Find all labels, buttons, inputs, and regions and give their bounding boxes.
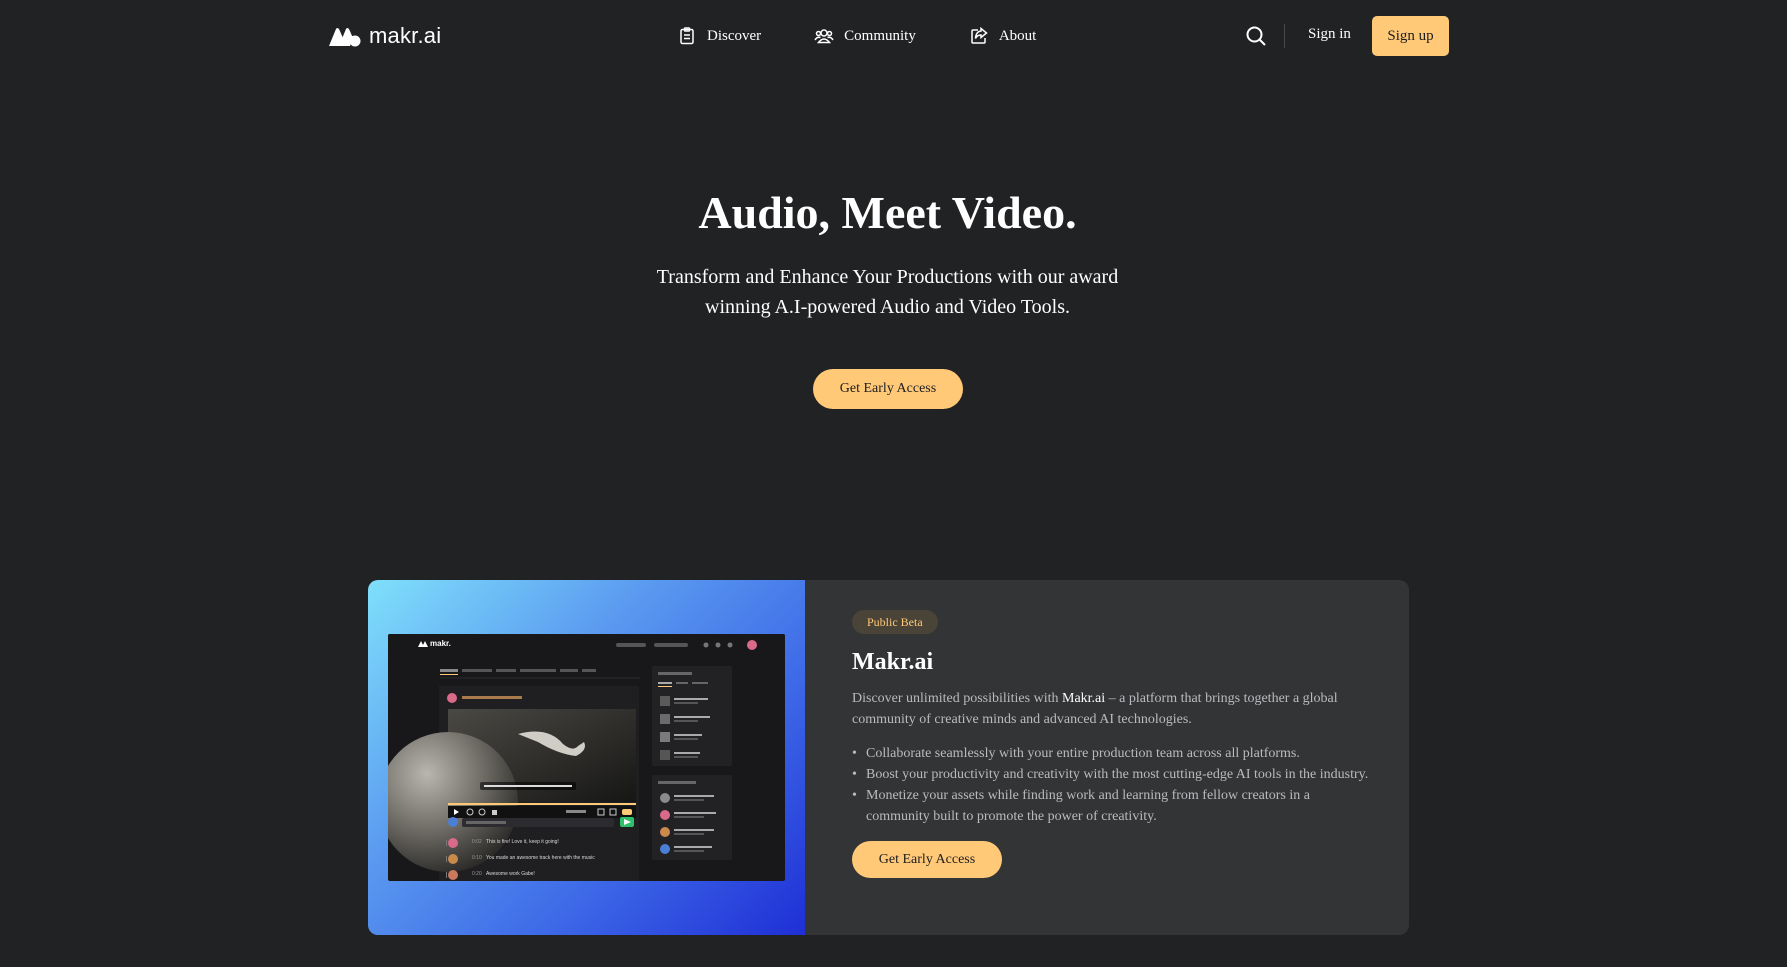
sign-up-button[interactable]: Sign up: [1372, 16, 1449, 56]
list-item: Boost your productivity and creativity w…: [852, 764, 1372, 785]
nav-about[interactable]: About: [969, 26, 1037, 46]
mockup-illustration: [388, 634, 785, 881]
mockup-comment-text: This is fire! Love it, keep it going!: [486, 839, 559, 845]
mockup-comment-time: 0:02: [472, 839, 482, 845]
nav-discover-label: Discover: [707, 27, 762, 44]
brand-name: makr.ai: [369, 23, 442, 48]
hero-subtitle: Transform and Enhance Your Productions w…: [656, 266, 1119, 318]
hero-get-early-access-button[interactable]: Get Early Access: [813, 369, 963, 409]
feature-card: makr. 0:02 This is fire! Love it, keep i…: [368, 580, 1409, 935]
top-navigation: makr.ai Discover Community About Sign in…: [0, 0, 1787, 72]
feature-description-prefix: Discover unlimited possibilities with: [852, 691, 1062, 706]
app-screenshot-mockup: makr. 0:02 This is fire! Love it, keep i…: [388, 634, 785, 881]
sign-in-link[interactable]: Sign in: [1308, 26, 1351, 43]
status-badge: Public Beta: [852, 610, 938, 634]
share-icon: [971, 26, 988, 44]
nav-divider: [1284, 24, 1285, 48]
nav-discover[interactable]: Discover: [677, 26, 761, 46]
feature-content: Public Beta Makr.ai Discover unlimited p…: [852, 610, 1372, 878]
nav-community[interactable]: Community: [814, 26, 916, 46]
makr-logo-icon: [329, 28, 361, 47]
feature-bullet-list: Collaborate seamlessly with your entire …: [852, 743, 1372, 827]
mockup-comment-time: 0:20: [472, 871, 482, 877]
list-item: Collaborate seamlessly with your entire …: [852, 743, 1372, 764]
mockup-comment-text: Awesome work Gabe!: [486, 871, 535, 877]
feature-title: Makr.ai: [852, 649, 934, 675]
main-nav: Discover Community About: [677, 22, 1036, 50]
feature-description: Discover unlimited possibilities with Ma…: [852, 688, 1372, 730]
clipboard-icon: [680, 27, 694, 45]
nav-about-label: About: [998, 27, 1037, 44]
mockup-comment-time: 0:10: [472, 855, 482, 861]
nav-community-label: Community: [844, 27, 916, 44]
search-icon[interactable]: [1245, 25, 1267, 47]
feature-get-early-access-button[interactable]: Get Early Access: [852, 841, 1002, 878]
users-icon: [814, 29, 834, 44]
brand-logo[interactable]: makr.ai: [328, 22, 441, 50]
mockup-comment-text: You made an awesome track here with the …: [486, 855, 595, 861]
list-item: Monetize your assets while finding work …: [852, 785, 1372, 827]
feature-description-brand: Makr.ai: [1062, 691, 1106, 706]
mockup-logo: makr.: [430, 639, 451, 648]
hero-title: Audio, Meet Video.: [698, 187, 1077, 238]
feature-visual: makr. 0:02 This is fire! Love it, keep i…: [368, 580, 805, 935]
